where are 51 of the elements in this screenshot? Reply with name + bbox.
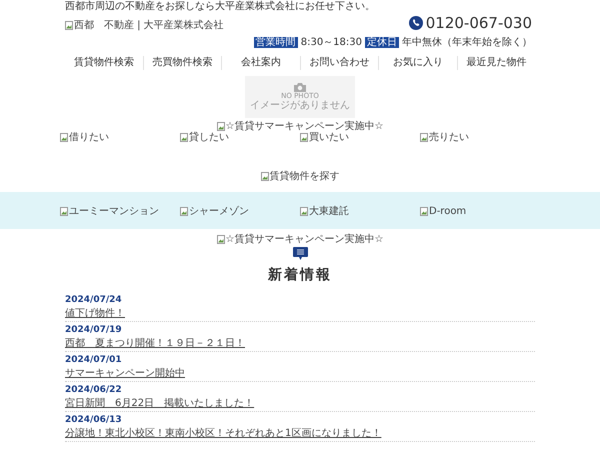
purpose-link-alt[interactable]: 貸したい (189, 132, 229, 143)
logo-alt-text[interactable]: 西都 不動産 | 大平産業株式会社 (74, 20, 224, 31)
broken-image-icon (300, 133, 308, 142)
purpose-link-alt[interactable]: 借りたい (69, 132, 109, 143)
phone-icon (408, 16, 423, 30)
news-link[interactable]: 西都 夏まつり開催！１９日－２１日！ (65, 337, 245, 350)
hours-text: 年中無休（年末年始を除く） (402, 36, 532, 49)
news-date: 2024/06/22 (65, 384, 122, 396)
nav-link[interactable]: 賃貸物件検索 (65, 56, 142, 70)
phone-number[interactable]: 0120-067-030 (426, 14, 532, 32)
broken-image-icon (60, 133, 68, 142)
tagline: 西都市周辺の不動産をお探しなら大平産業株式会社にお任せ下さい。 (65, 0, 376, 13)
nav-link[interactable]: お気に入り (378, 56, 456, 70)
hours-badge: 定休日 (365, 36, 399, 48)
brand-link-alt[interactable]: シャーメゾン (189, 206, 249, 217)
broken-image-icon (260, 172, 268, 181)
broken-image-icon (180, 133, 188, 142)
brand-link-alt[interactable]: 大東建託 (309, 206, 349, 217)
news-date: 2024/07/19 (65, 324, 122, 336)
news-date: 2024/07/01 (65, 354, 122, 366)
news-date: 2024/06/13 (65, 414, 122, 426)
no-photo-subtext: イメージがありません (250, 100, 350, 111)
broken-image-icon (60, 207, 68, 216)
campaign-banner-alt[interactable]: ☆賃貸サマーキャンペーン実施中☆ (226, 121, 384, 132)
campaign-banner-alt[interactable]: ☆賃貸サマーキャンペーン実施中☆ (226, 234, 384, 245)
speech-bubble-icon (292, 247, 308, 260)
brand-link-alt[interactable]: D-room (429, 206, 466, 217)
news-link[interactable]: 分譲地！東北小校区！東南小校区！それぞれあと1区画になりました！ (65, 427, 382, 440)
news-link[interactable]: サマーキャンペーン開始中 (65, 367, 185, 380)
purpose-link-alt[interactable]: 売りたい (429, 132, 469, 143)
broken-image-icon (180, 207, 188, 216)
search-banner-alt[interactable]: 賃貸物件を探す (270, 171, 340, 182)
news-link[interactable]: 値下げ物件！ (65, 307, 125, 320)
broken-image-icon (420, 133, 428, 142)
camera-icon (294, 83, 306, 92)
nav-link[interactable]: 売買物件検索 (142, 56, 221, 70)
broken-image-icon (216, 122, 225, 131)
broken-image-icon (300, 207, 308, 216)
news-date: 2024/07/24 (65, 294, 122, 306)
purpose-link-alt[interactable]: 買いたい (309, 132, 349, 143)
hours-text: 8:30～18:30 (300, 36, 362, 49)
broken-image-icon (65, 21, 73, 30)
broken-image-icon (216, 235, 225, 244)
nav-link[interactable]: お問い合わせ (300, 56, 378, 70)
hours-badge: 営業時間 (254, 36, 298, 48)
broken-image-icon (420, 207, 428, 216)
brand-link-alt[interactable]: ユーミーマンション (69, 206, 159, 217)
nav-link[interactable]: 会社案内 (221, 56, 300, 70)
nav-link[interactable]: 最近見た物件 (456, 56, 535, 70)
news-link[interactable]: 宮日新聞 6月22日 掲載いたしました！ (65, 397, 254, 410)
section-heading: 新着情報 (268, 266, 332, 284)
